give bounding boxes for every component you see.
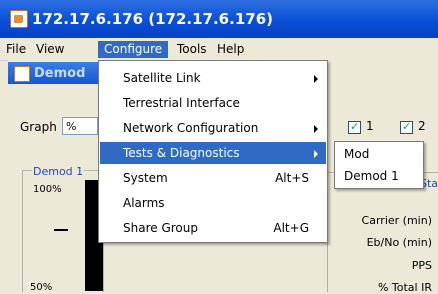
demod-panel-title: Demod 1 xyxy=(32,165,85,178)
menu-item-label: Terrestrial Interface xyxy=(123,96,240,110)
tests-diagnostics-submenu: Mod Demod 1 xyxy=(334,141,424,189)
menu-configure[interactable]: Configure xyxy=(98,41,169,58)
graph-select[interactable]: % xyxy=(62,117,98,135)
submenu-item-demod-1[interactable]: Demod 1 xyxy=(336,165,422,187)
menu-item-tests-diagnostics[interactable]: Tests & Diagnostics xyxy=(100,142,326,164)
menu-item-share-group[interactable]: Share Group Alt+G xyxy=(100,217,326,239)
app-icon[interactable] xyxy=(10,10,28,28)
checkbox-2[interactable] xyxy=(400,120,413,134)
checkbox-1-label: 1 xyxy=(366,119,374,133)
graph-label: Graph xyxy=(20,120,57,134)
menu-item-satellite-link[interactable]: Satellite Link xyxy=(100,67,326,89)
window-title: 172.17.6.176 (172.17.6.176) xyxy=(32,10,273,28)
stat-pps: PPS xyxy=(411,259,432,272)
y-axis-label-mid: 50% xyxy=(30,282,53,293)
y-axis-label-top: 100% xyxy=(33,184,62,195)
checkbox-1[interactable] xyxy=(348,120,361,134)
y-axis-tick xyxy=(54,229,68,231)
menu-item-alarms[interactable]: Alarms xyxy=(100,192,326,214)
stat-total-ir: % Total IR xyxy=(377,281,432,294)
menu-file[interactable]: File xyxy=(0,41,32,58)
submenu-item-mod[interactable]: Mod xyxy=(336,143,422,165)
configure-menu: Satellite Link Terrestrial Interface Net… xyxy=(98,60,328,243)
menu-item-network-configuration[interactable]: Network Configuration xyxy=(100,117,326,139)
menu-item-label: Network Configuration xyxy=(123,121,259,135)
checkbox-2-label: 2 xyxy=(418,119,426,133)
submenu-item-label: Demod 1 xyxy=(344,169,399,183)
menu-item-label: System xyxy=(123,171,168,185)
menu-item-label: Alarms xyxy=(123,196,165,210)
stats-panel xyxy=(327,172,438,292)
stat-carrier-min: Carrier (min) xyxy=(361,214,432,227)
menu-item-terrestrial-interface[interactable]: Terrestrial Interface xyxy=(100,92,326,114)
submenu-arrow-icon xyxy=(314,75,318,83)
shortcut-label: Alt+G xyxy=(273,221,309,235)
inner-frame-title: Demod xyxy=(34,66,86,81)
shortcut-label: Alt+S xyxy=(275,171,309,185)
menu-item-label: Share Group xyxy=(123,221,198,235)
submenu-arrow-icon xyxy=(314,125,318,133)
inner-frame-icon[interactable] xyxy=(14,66,30,82)
menu-item-system[interactable]: System Alt+S xyxy=(100,167,326,189)
menu-item-label: Tests & Diagnostics xyxy=(123,146,240,160)
menu-help[interactable]: Help xyxy=(211,41,250,58)
submenu-arrow-icon xyxy=(314,150,318,158)
menu-tools[interactable]: Tools xyxy=(171,41,213,58)
submenu-item-label: Mod xyxy=(344,147,370,161)
stat-ebno-min: Eb/No (min) xyxy=(366,236,432,249)
menu-view[interactable]: View xyxy=(30,41,70,58)
menu-bar: File View Configure Tools Help xyxy=(0,38,438,61)
menu-item-label: Satellite Link xyxy=(123,71,201,85)
